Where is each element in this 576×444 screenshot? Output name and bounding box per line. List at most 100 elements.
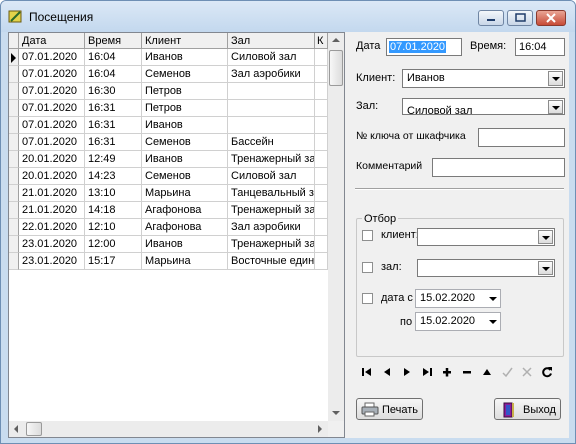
- grid-cell[interactable]: Силовой зал: [228, 168, 315, 185]
- exit-button[interactable]: Выход: [494, 398, 561, 420]
- filter-client-combo[interactable]: [417, 228, 555, 246]
- filter-hall-dropdown-button[interactable]: [538, 261, 553, 275]
- grid-cell[interactable]: [315, 185, 328, 202]
- grid-cell[interactable]: Тренажерный зал: [228, 151, 315, 168]
- chevron-down-icon[interactable]: [489, 297, 497, 301]
- grid-cell[interactable]: Марьина: [142, 185, 228, 202]
- grid-cell[interactable]: Танцевальный зал: [228, 185, 315, 202]
- grid-cell[interactable]: [315, 49, 328, 66]
- table-row[interactable]: 23.01.2020 15:17 Марьина Восточные едино: [9, 253, 329, 270]
- maximize-button[interactable]: [507, 10, 533, 26]
- grid-cell[interactable]: Семенов: [142, 168, 228, 185]
- nav-insert-icon[interactable]: [440, 365, 454, 379]
- horizontal-scrollbar[interactable]: [9, 421, 328, 437]
- grid-cell[interactable]: 07.01.2020: [19, 83, 85, 100]
- nav-post-icon[interactable]: [500, 365, 514, 379]
- row-indicator[interactable]: [9, 219, 19, 236]
- grid-cell[interactable]: 16:30: [85, 83, 142, 100]
- table-row[interactable]: 07.01.2020 16:30 Петров: [9, 83, 329, 100]
- header-time[interactable]: Время: [85, 33, 142, 49]
- row-indicator[interactable]: [9, 49, 19, 66]
- table-row[interactable]: 23.01.2020 12:00 Иванов Тренажерный зал: [9, 236, 329, 253]
- nav-next-icon[interactable]: [400, 365, 414, 379]
- table-row[interactable]: 07.01.2020 16:31 Семенов Бассейн: [9, 134, 329, 151]
- header-extra[interactable]: К: [315, 33, 328, 49]
- grid-cell[interactable]: [315, 236, 328, 253]
- scroll-left-icon[interactable]: [14, 425, 18, 433]
- grid-cell[interactable]: Иванов: [142, 151, 228, 168]
- grid-cell[interactable]: Агафонова: [142, 202, 228, 219]
- table-row[interactable]: 21.01.202013:10МарьинаТанцевальный зал: [9, 185, 329, 202]
- table-row[interactable]: 07.01.2020 16:04 Семенов Зал аэробики: [9, 66, 329, 83]
- grid-cell[interactable]: Иванов: [142, 117, 228, 134]
- filter-hall-combo[interactable]: [417, 259, 555, 277]
- row-indicator[interactable]: [9, 253, 19, 270]
- table-row[interactable]: 07.01.2020 16:04 Иванов Силовой зал: [9, 49, 329, 66]
- grid-cell[interactable]: Семенов: [142, 66, 228, 83]
- client-dropdown-button[interactable]: [548, 71, 563, 86]
- grid-cell[interactable]: Восточные едино: [228, 253, 315, 270]
- grid-cell[interactable]: 16:31: [85, 134, 142, 151]
- filter-client-checkbox[interactable]: [362, 230, 373, 241]
- row-indicator[interactable]: [9, 117, 19, 134]
- row-indicator[interactable]: [9, 83, 19, 100]
- grid-cell[interactable]: [228, 117, 315, 134]
- grid-cell[interactable]: 23.01.2020: [19, 253, 85, 270]
- minimize-button[interactable]: [478, 10, 504, 26]
- vertical-scroll-thumb[interactable]: [329, 50, 343, 86]
- grid-cell[interactable]: Петров: [142, 100, 228, 117]
- table-row[interactable]: 07.01.2020 16:31 Петров: [9, 100, 329, 117]
- filter-date-to-picker[interactable]: 15.02.2020: [415, 312, 501, 331]
- row-indicator[interactable]: [9, 202, 19, 219]
- grid-cell[interactable]: [315, 134, 328, 151]
- grid-cell[interactable]: 13:10: [85, 185, 142, 202]
- grid-cell[interactable]: 21.01.2020: [19, 202, 85, 219]
- grid-cell[interactable]: 15:17: [85, 253, 142, 270]
- grid-cell[interactable]: Семенов: [142, 134, 228, 151]
- filter-client-dropdown-button[interactable]: [538, 230, 553, 244]
- row-indicator[interactable]: [9, 100, 19, 117]
- grid-cell[interactable]: Тренажерный зал: [228, 202, 315, 219]
- grid-cell[interactable]: Агафонова: [142, 219, 228, 236]
- horizontal-scroll-thumb[interactable]: [26, 422, 42, 436]
- row-indicator[interactable]: [9, 168, 19, 185]
- grid-cell[interactable]: Петров: [142, 83, 228, 100]
- grid-cell[interactable]: [315, 151, 328, 168]
- filter-date-checkbox[interactable]: [362, 293, 373, 304]
- table-row[interactable]: 20.01.2020 12:49 Иванов Тренажерный зал: [9, 151, 329, 168]
- grid-cell[interactable]: Зал аэробики: [228, 219, 315, 236]
- grid-cell[interactable]: Зал аэробики: [228, 66, 315, 83]
- row-indicator[interactable]: [9, 185, 19, 202]
- grid-cell[interactable]: [315, 168, 328, 185]
- table-row[interactable]: 22.01.2020 12:10 Агафонова Зал аэробики: [9, 219, 329, 236]
- grid-cell[interactable]: Бассейн: [228, 134, 315, 151]
- grid-cell[interactable]: Иванов: [142, 236, 228, 253]
- grid-cell[interactable]: [315, 219, 328, 236]
- grid-cell[interactable]: 16:04: [85, 49, 142, 66]
- grid-cell[interactable]: [315, 100, 328, 117]
- grid-cell[interactable]: 14:23: [85, 168, 142, 185]
- grid-cell[interactable]: 12:49: [85, 151, 142, 168]
- grid-cell[interactable]: [315, 117, 328, 134]
- header-hall[interactable]: Зал: [228, 33, 315, 49]
- grid-cell[interactable]: 14:18: [85, 202, 142, 219]
- nav-cancel-icon[interactable]: [520, 365, 534, 379]
- grid-cell[interactable]: Марьина: [142, 253, 228, 270]
- nav-refresh-icon[interactable]: [540, 365, 554, 379]
- filter-hall-checkbox[interactable]: [362, 262, 373, 273]
- grid-cell[interactable]: [228, 100, 315, 117]
- hall-dropdown-button[interactable]: [548, 100, 563, 114]
- grid-cell[interactable]: 07.01.2020: [19, 117, 85, 134]
- scroll-down-icon[interactable]: [332, 411, 340, 415]
- hall-combo[interactable]: Силовой зал: [402, 98, 565, 115]
- close-button[interactable]: [536, 10, 566, 26]
- grid-cell[interactable]: 16:31: [85, 100, 142, 117]
- grid-cell[interactable]: 07.01.2020: [19, 49, 85, 66]
- grid-cell[interactable]: 12:00: [85, 236, 142, 253]
- grid-cell[interactable]: Силовой зал: [228, 49, 315, 66]
- nav-last-icon[interactable]: [420, 365, 434, 379]
- grid-cell[interactable]: [315, 83, 328, 100]
- visits-grid[interactable]: Дата Время Клиент Зал К 07.01.2020 16:04 И…: [8, 32, 345, 438]
- grid-cell[interactable]: 20.01.2020: [19, 168, 85, 185]
- filter-date-from-picker[interactable]: 15.02.2020: [415, 289, 501, 308]
